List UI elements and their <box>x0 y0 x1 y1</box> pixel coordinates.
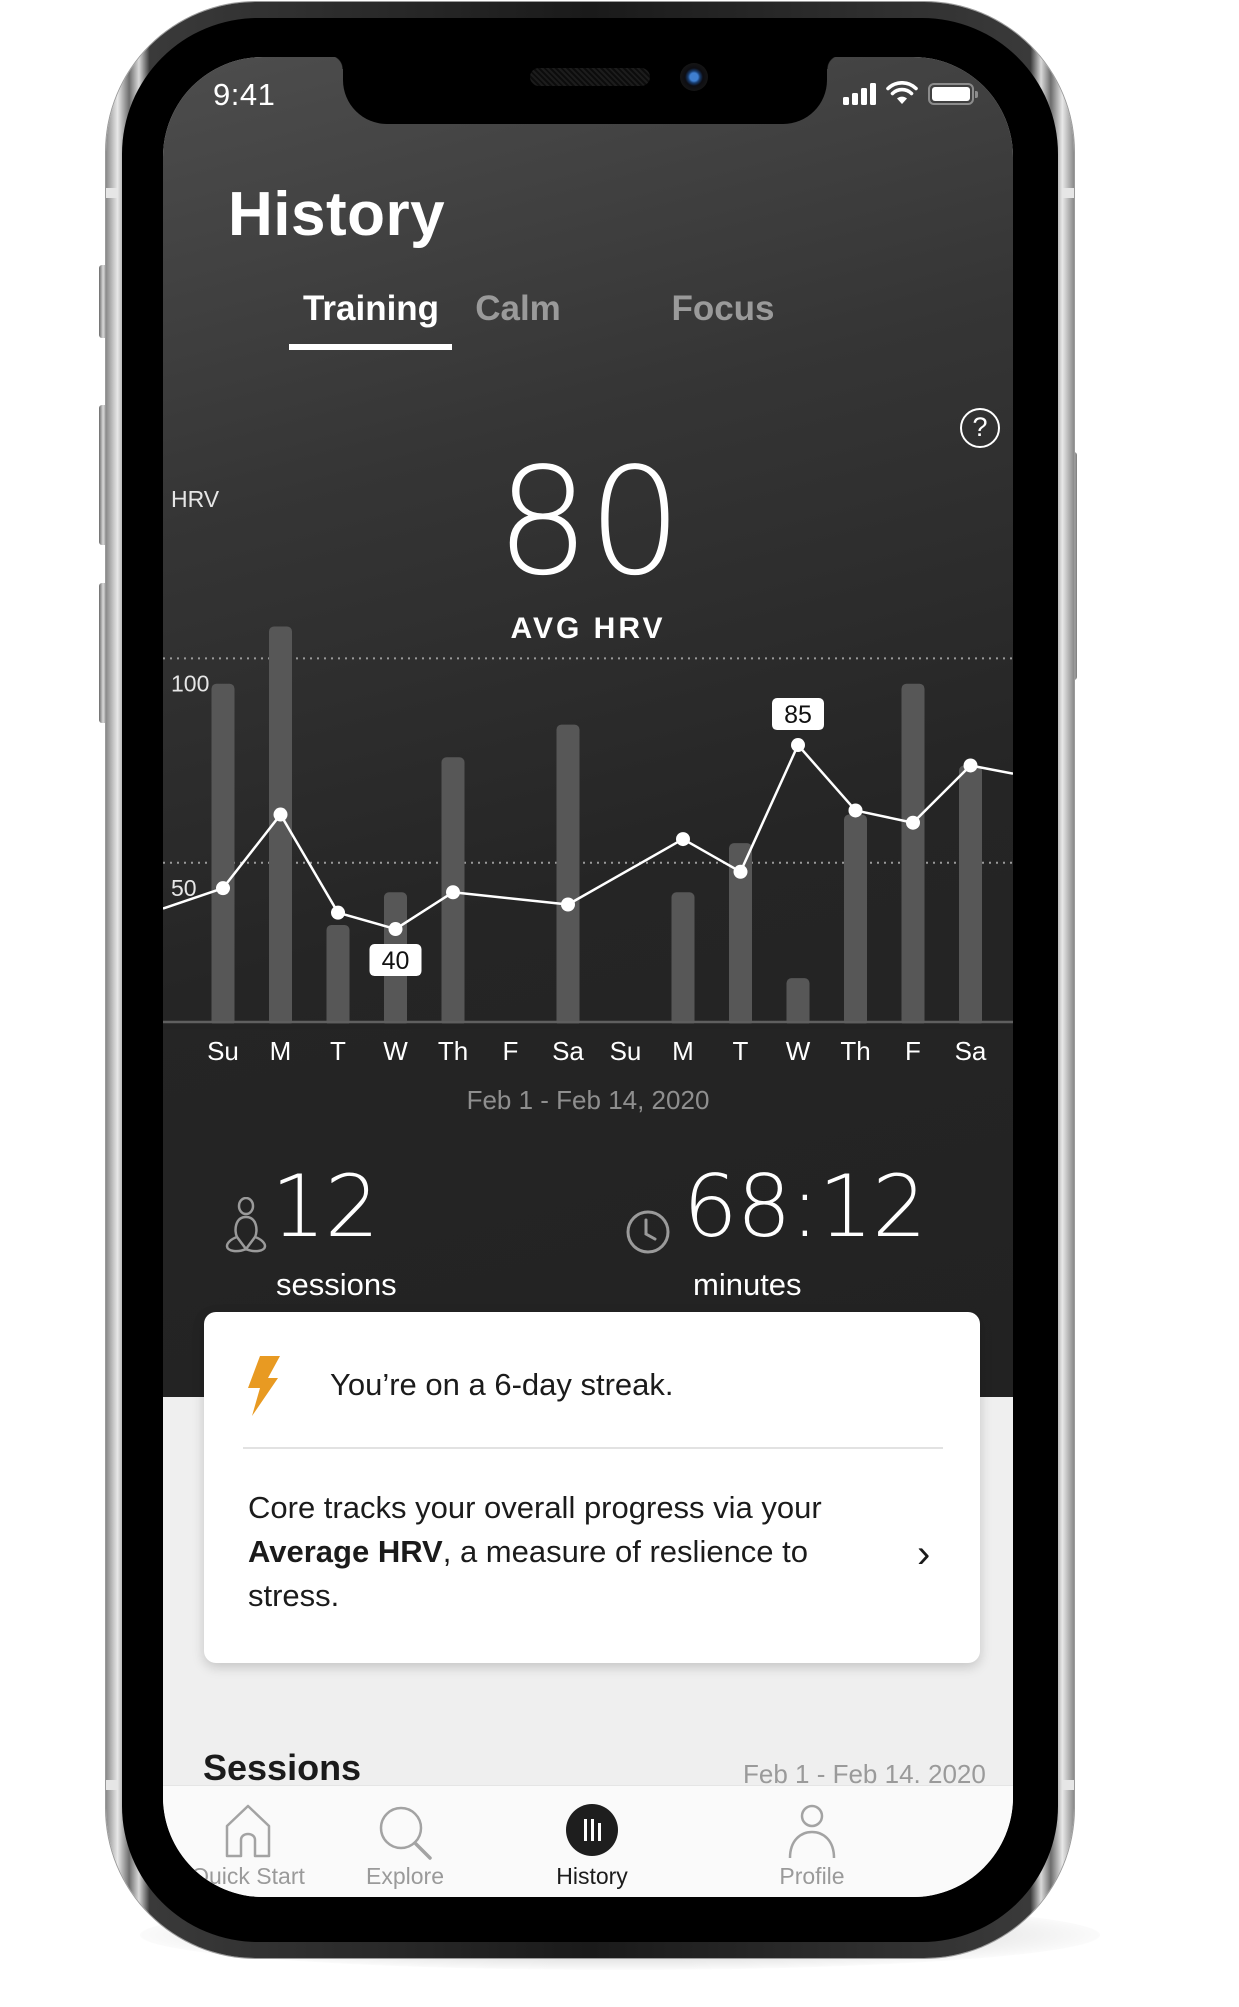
bar <box>326 924 350 1026</box>
sessions-count: 12 <box>271 1157 379 1257</box>
nav-explore[interactable]: Explore <box>325 1786 485 1897</box>
hrv-point <box>906 815 920 830</box>
antenna-band <box>1062 1780 1074 1790</box>
bar <box>211 683 235 1026</box>
antenna-band <box>106 1780 118 1790</box>
profile-icon <box>788 1804 836 1859</box>
hrv-point <box>331 905 345 920</box>
hrv-info-text[interactable]: Core tracks your overall progress via yo… <box>248 1486 888 1618</box>
hrv-point <box>446 885 460 900</box>
hrv-point <box>561 897 575 912</box>
lightning-bolt-icon <box>248 1356 280 1416</box>
nav-label: Explore <box>366 1863 444 1889</box>
bar <box>671 892 695 1026</box>
hrv-point <box>791 738 805 753</box>
sessions-unit: sessions <box>276 1267 397 1302</box>
meditation-icon <box>225 1197 267 1253</box>
x-tick-label: F <box>905 1036 921 1066</box>
bottom-nav: Quick Start Explore History Profile <box>163 1785 1013 1897</box>
nav-history[interactable]: History <box>512 1786 672 1897</box>
x-tick-label: Su <box>207 1036 239 1066</box>
value-callout-label: 85 <box>784 701 812 729</box>
x-tick-label: T <box>330 1036 346 1066</box>
hrv-point <box>963 758 978 773</box>
hrv-point <box>388 922 403 937</box>
antenna-band <box>106 188 118 198</box>
minutes-unit: minutes <box>693 1267 802 1302</box>
x-tick-label: F <box>503 1036 519 1066</box>
nav-label: Quick Start <box>191 1863 305 1889</box>
nav-profile[interactable]: Profile <box>732 1786 892 1897</box>
x-tick-label: Sa <box>955 1036 987 1066</box>
x-tick-label: Su <box>610 1036 642 1066</box>
value-callout-label: 40 <box>382 947 410 975</box>
bar <box>786 978 810 1026</box>
card-divider <box>243 1447 943 1449</box>
chart-date-range: Feb 1 - Feb 14, 2020 <box>466 1085 710 1115</box>
hrv-point <box>216 881 230 896</box>
streak-card: You’re on a 6-day streak. Core tracks yo… <box>204 1312 980 1663</box>
y-tick-label: 100 <box>171 671 209 697</box>
x-tick-label: Th <box>438 1036 468 1066</box>
nav-label: History <box>556 1863 628 1889</box>
x-tick-label: T <box>733 1036 749 1066</box>
hrv-point <box>733 864 748 879</box>
hrv-point <box>273 807 288 822</box>
bar <box>844 814 867 1026</box>
minutes-value: 68:12 <box>683 1157 927 1257</box>
chevron-right-icon[interactable]: › <box>917 1532 930 1577</box>
x-tick-label: M <box>270 1036 292 1066</box>
x-tick-label: Th <box>840 1036 870 1066</box>
hrv-chart: HRV 100 50 40 85 Su M T W Th F Sa Su M T W Th F Sa <box>163 57 1013 1197</box>
bar <box>556 724 580 1026</box>
hrv-info-bold: Average HRV <box>248 1534 443 1569</box>
hrv-point <box>676 832 690 847</box>
clock-icon <box>626 1210 670 1254</box>
baseline-mask <box>163 1023 1013 1030</box>
nav-label: Profile <box>779 1863 845 1889</box>
app-screen: 9:41 History Training Calm Focus ? 80 AV… <box>163 57 1013 1897</box>
nav-quick-start[interactable]: Quick Start <box>168 1786 328 1897</box>
hrv-chart-svg: HRV100504085Su M T W Th F Sa Su M T W Th F Sa <box>163 486 1013 1066</box>
x-tick-label: M <box>672 1036 694 1066</box>
streak-text: You’re on a 6-day streak. <box>330 1367 674 1402</box>
bar <box>959 765 982 1026</box>
search-icon <box>379 1806 432 1860</box>
x-tick-label: W <box>786 1036 811 1066</box>
antenna-band <box>1062 188 1074 198</box>
hrv-info-prefix: Core tracks your overall progress via yo… <box>248 1490 822 1525</box>
bar <box>901 683 925 1026</box>
hrv-point <box>848 803 863 818</box>
x-tick-label: Sa <box>552 1036 584 1066</box>
x-tick-label: W <box>383 1036 408 1066</box>
history-icon <box>566 1804 618 1856</box>
sessions-title: Sessions <box>203 1747 362 1788</box>
y-axis-title: HRV <box>171 486 220 512</box>
home-icon <box>225 1804 271 1858</box>
